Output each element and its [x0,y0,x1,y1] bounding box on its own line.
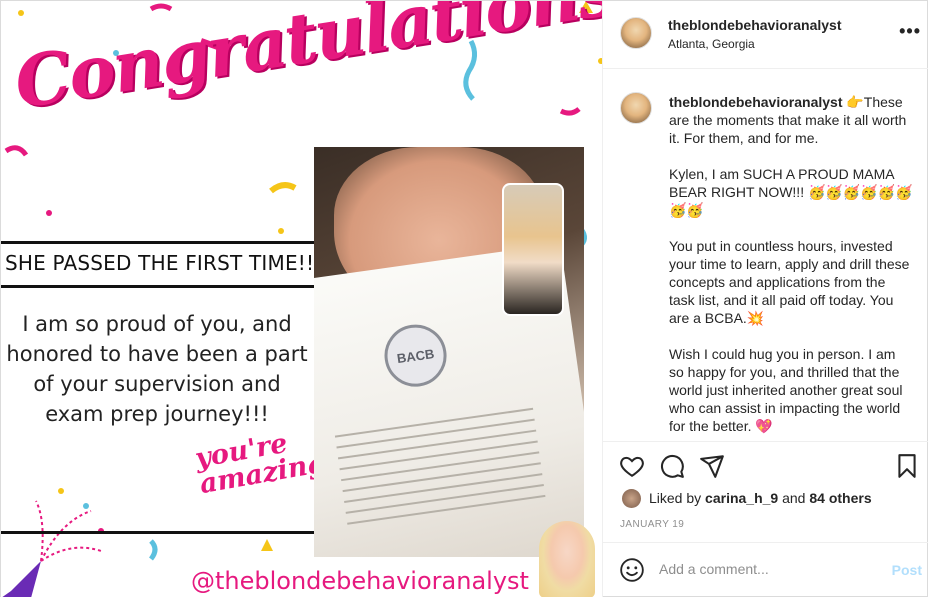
comment-input[interactable] [659,561,879,577]
party-popper-icon [2,488,104,597]
share-icon[interactable] [699,453,725,479]
cartoon-avatar [539,521,595,597]
more-options-icon[interactable]: ••• [899,21,921,42]
avatar[interactable] [620,17,652,49]
likes-count[interactable]: 84 others [809,490,871,506]
celebration-photo: BACB [314,147,584,557]
caption-text: 👉These are the moments that make it all … [669,94,913,434]
passed-text: SHE PASSED THE FIRST TIME!!!! [5,251,331,275]
liker-avatar [622,489,641,508]
proud-message: I am so proud of you, and honored to hav… [6,312,308,426]
caption: theblondebehavioranalyst 👉These are the … [669,93,913,435]
image-handle-text: @theblondebehavioranalyst [191,567,529,595]
heart-icon[interactable] [619,453,645,479]
header-location[interactable]: Atlanta, Georgia [668,37,755,51]
divider-middle [1,285,315,288]
likes-summary[interactable]: Liked by carina_h_9 and 84 others [620,489,920,508]
caption-scroll-area[interactable]: theblondebehavioranalyst 👉These are the … [603,70,928,442]
post-header: theblondebehavioranalyst Atlanta, Georgi… [603,1,928,69]
liker-username[interactable]: carina_h_9 [705,490,778,506]
bookmark-icon[interactable] [894,453,920,479]
bacb-seal: BACB [380,320,451,391]
post-date[interactable]: JANUARY 19 [620,519,684,530]
caption-avatar[interactable] [620,92,652,124]
comment-icon[interactable] [659,453,685,479]
likes-middle: and [778,490,810,506]
divider-top [1,241,315,244]
likes-text: Liked by carina_h_9 and 84 others [649,490,872,506]
facetime-inset [502,183,564,316]
post-image[interactable]: Congratulations SHE PASSED THE FIRST TIM… [1,1,602,597]
action-bar [603,442,928,492]
caption-username[interactable]: theblondebehavioranalyst [669,94,842,110]
post-comment-button[interactable]: Post [892,562,922,578]
smiley-icon[interactable] [619,557,645,583]
comment-bar: Post [603,542,928,597]
post-side-panel: theblondebehavioranalyst Atlanta, Georgi… [602,1,928,597]
divider-bottom [1,531,315,534]
certificate-text-lines [334,399,547,534]
instagram-post: Congratulations SHE PASSED THE FIRST TIM… [0,0,928,597]
likes-prefix: Liked by [649,490,706,506]
header-username[interactable]: theblondebehavioranalyst [668,17,841,33]
